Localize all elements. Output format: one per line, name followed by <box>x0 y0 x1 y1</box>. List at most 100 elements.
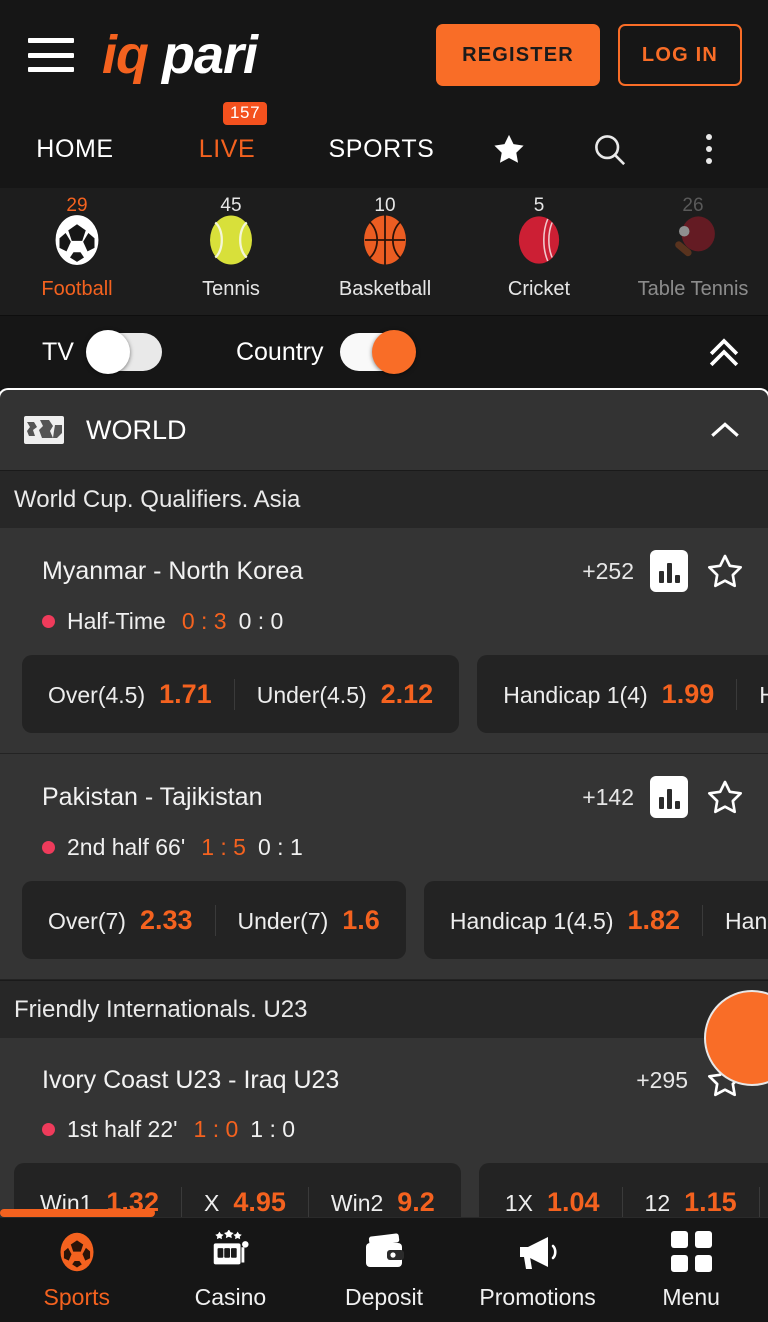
sport-item-cricket[interactable]: 5 Cricket <box>462 187 616 315</box>
league-header[interactable]: Friendly Internationals. U23 <box>0 980 768 1038</box>
extra-markets-count: +295 <box>636 1066 688 1093</box>
extra-markets-count: +142 <box>582 783 634 810</box>
odd-button[interactable]: Handicap 2(4) 1.80 <box>736 678 768 710</box>
hamburger-bar <box>28 67 74 72</box>
country-filter[interactable]: Country <box>235 330 416 374</box>
scrollbar-thumb[interactable] <box>0 1209 155 1217</box>
more-options-button[interactable] <box>659 134 759 164</box>
statistics-icon[interactable] <box>650 776 688 818</box>
chart-bar <box>658 797 664 809</box>
tv-toggle[interactable] <box>85 330 162 374</box>
double-chevron-up-icon[interactable] <box>702 330 746 374</box>
nav-item-home[interactable]: HOME <box>0 135 150 164</box>
odd-label: Under(4.5) <box>256 681 367 708</box>
odd-button[interactable]: Handicap 1(4.5) 1.82 <box>428 905 702 936</box>
sport-item-basketball[interactable]: 10 Basketball <box>308 187 462 315</box>
chart-bar <box>666 789 672 809</box>
odd-button[interactable]: Over(4.5) 1.71 <box>26 679 234 710</box>
sport-name: Tennis <box>202 278 260 300</box>
nav-item-live[interactable]: 157 LIVE <box>150 101 304 164</box>
odd-label: Handicap 1(4) <box>503 681 648 708</box>
odd-value: 2.33 <box>139 904 193 935</box>
favorites-button[interactable] <box>459 132 559 167</box>
nav-item-sports[interactable]: SPORTS <box>304 135 459 164</box>
match-period: 2nd half 66' <box>67 834 186 860</box>
country-toggle[interactable] <box>339 330 416 374</box>
register-button[interactable]: REGISTER <box>436 24 600 86</box>
sport-item-football[interactable]: 29 Football <box>0 187 154 315</box>
kebab-dot <box>706 134 712 140</box>
basketball-icon <box>364 215 406 265</box>
match-period: 1st half 22' <box>67 1116 178 1142</box>
odd-button[interactable]: Over(7) 2.33 <box>26 905 215 936</box>
odd-value: 1.82 <box>627 904 681 935</box>
grid-icon <box>670 1230 712 1274</box>
sport-item-table-tennis[interactable]: 26 Table Tennis <box>616 187 768 315</box>
hamburger-bar <box>28 52 74 58</box>
odds-row[interactable]: Over(7) 2.33 Under(7) 1.6 Handicap 1(4.5… <box>0 861 768 959</box>
sport-count: 10 <box>374 195 396 216</box>
sport-item-tennis[interactable]: 45 Tennis <box>154 187 308 315</box>
odds-card[interactable]: Over(4.5) 1.71 Under(4.5) 2.12 <box>22 655 460 733</box>
odd-label: Over(7) <box>48 907 126 934</box>
tv-filter[interactable]: TV <box>42 330 162 374</box>
more-vertical-icon <box>706 134 712 164</box>
favorite-star-icon[interactable] <box>704 551 746 591</box>
live-indicator-dot <box>42 841 55 854</box>
league-header[interactable]: World Cup. Qualifiers. Asia <box>0 470 768 528</box>
favorite-star-icon[interactable] <box>704 777 746 817</box>
odd-button[interactable]: Under(7) 1.6 <box>214 904 402 936</box>
odds-card[interactable]: Handicap 1(4) 1.99 Handicap 2(4) 1.80 <box>477 655 768 733</box>
country-filter-label: Country <box>235 337 324 366</box>
login-button[interactable]: LOG IN <box>617 24 742 86</box>
soccer-ball-icon <box>55 1230 99 1274</box>
bottom-nav-casino[interactable]: Casino <box>154 1229 308 1311</box>
bottom-nav-deposit[interactable]: Deposit <box>307 1230 461 1311</box>
live-indicator-dot <box>42 615 55 628</box>
match-row[interactable]: Pakistan - Tajikistan +142 2nd half 66' … <box>0 754 768 980</box>
match-score-live: 1 : 0 <box>193 1116 239 1142</box>
grid-cell <box>694 1255 712 1272</box>
match-status: 1st half 22' 1 : 0 1 : 0 <box>0 1100 768 1143</box>
odd-button[interactable]: Handicap 2(4.5) 1.95 <box>702 904 768 936</box>
horizontal-scrollbar[interactable] <box>0 1209 768 1217</box>
table-tennis-icon <box>675 216 715 257</box>
sports-category-strip[interactable]: 29 Football 45 Tennis 10 Basketball 5 Cr… <box>0 188 768 316</box>
odd-button[interactable]: Handicap 1(4) 1.99 <box>481 679 736 710</box>
brand-logo[interactable]: iq pari <box>102 28 258 82</box>
sport-count: 5 <box>533 195 545 216</box>
odds-card[interactable]: Handicap 1(4.5) 1.82 Handicap 2(4.5) 1.9… <box>423 881 768 959</box>
hamburger-bar <box>28 38 74 43</box>
chevron-up-icon[interactable] <box>708 420 742 440</box>
slot-machine-icon <box>207 1229 253 1274</box>
sport-name: Basketball <box>338 278 432 300</box>
match-status: Half-Time 0 : 3 0 : 0 <box>0 592 768 635</box>
search-button[interactable] <box>559 131 659 168</box>
grid-cell <box>670 1255 688 1272</box>
bottom-nav-casino-label: Casino <box>194 1283 267 1310</box>
match-header: Pakistan - Tajikistan +142 <box>0 776 768 818</box>
statistics-icon[interactable] <box>650 550 688 592</box>
extra-markets-count: +252 <box>582 557 634 584</box>
odd-button[interactable]: Under(4.5) 2.12 <box>233 678 456 710</box>
grid-cell <box>670 1231 688 1248</box>
odds-row[interactable]: Over(4.5) 1.71 Under(4.5) 2.12 Handicap … <box>0 635 768 733</box>
tennis-ball-icon <box>210 215 252 265</box>
odds-card[interactable]: Over(7) 2.33 Under(7) 1.6 <box>22 881 406 959</box>
bottom-nav-promotions-label: Promotions <box>479 1283 596 1310</box>
match-header: Myanmar - North Korea +252 <box>0 550 768 592</box>
sport-count: 29 <box>66 195 88 216</box>
match-row[interactable]: Myanmar - North Korea +252 Half-Time 0 :… <box>0 528 768 754</box>
world-header[interactable]: WORLD <box>0 388 768 470</box>
bottom-navigation: Sports Casino Deposit Promotions Menu <box>0 1217 768 1322</box>
chart-bar <box>674 575 680 583</box>
filter-bar: TV Country <box>0 316 768 388</box>
sport-count: 45 <box>220 195 242 216</box>
bottom-nav-promotions[interactable]: Promotions <box>461 1230 615 1311</box>
grid-cell <box>694 1231 712 1248</box>
star-icon <box>494 134 524 163</box>
hamburger-icon[interactable] <box>28 38 74 72</box>
bottom-nav-sports[interactable]: Sports <box>0 1230 154 1311</box>
live-indicator-dot <box>42 1123 55 1136</box>
bottom-nav-menu[interactable]: Menu <box>614 1230 768 1311</box>
